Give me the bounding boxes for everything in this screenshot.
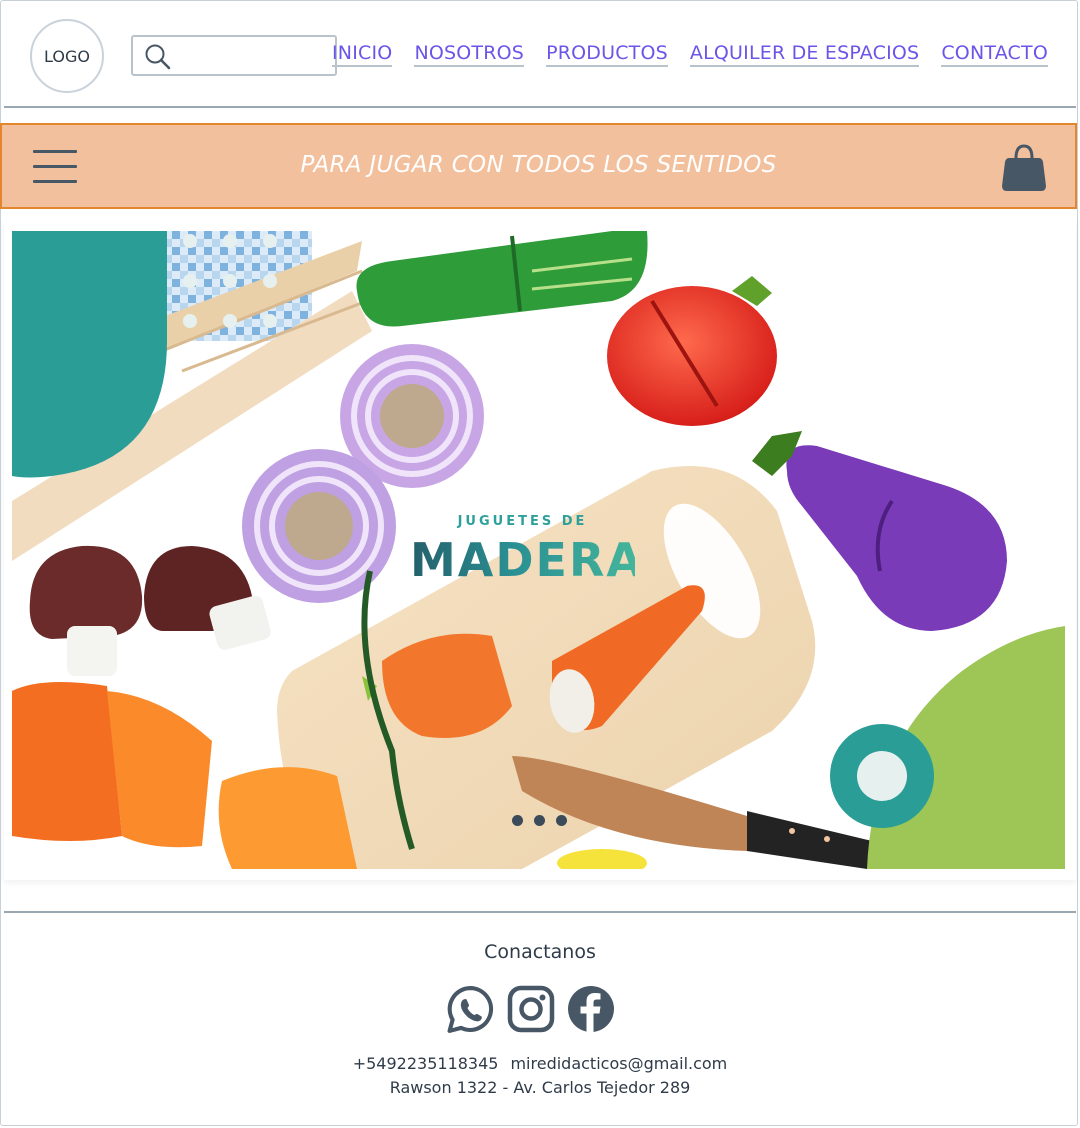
search-input[interactable] (177, 41, 331, 70)
shopping-bag-icon[interactable] (1000, 142, 1048, 192)
main-nav: INICIO NOSOTROS PRODUCTOS ALQUILER DE ES… (332, 42, 1048, 67)
promo-slogan: PARA JUGAR CON TODOS LOS SENTIDOS (300, 152, 777, 178)
brand-subtitle: JUGUETES DE (457, 514, 588, 529)
facebook-icon[interactable] (567, 985, 615, 1033)
footer-divider (4, 911, 1076, 913)
nav-link-inicio[interactable]: INICIO (332, 42, 393, 67)
logo-text: LOGO (44, 46, 90, 66)
contact-phone[interactable]: +5492235118345 (353, 1054, 499, 1073)
social-links (446, 985, 618, 1035)
search-box[interactable] (131, 35, 337, 76)
instagram-icon[interactable] (507, 985, 555, 1033)
slider-dot[interactable] (556, 815, 567, 826)
search-icon (145, 44, 171, 70)
hero-brand: JUGUETES DE MADERA (410, 514, 645, 587)
logo[interactable]: LOGO (30, 19, 104, 93)
nav-link-alquiler-de-espacios[interactable]: ALQUILER DE ESPACIOS (689, 42, 920, 67)
site-header: LOGO INICIO NOSOTROS PRODUCTOS ALQUILER … (4, 0, 1076, 108)
slider-dot[interactable] (534, 815, 545, 826)
contact-title: Conactanos (484, 941, 596, 963)
slider-dots (512, 815, 567, 826)
slider-dot[interactable] (512, 815, 523, 826)
contact-details: +5492235118345 miredidacticos@gmail.com (0, 1054, 1080, 1073)
nav-link-productos[interactable]: PRODUCTOS (546, 42, 668, 67)
contact-address: Rawson 1322 - Av. Carlos Tejedor 289 (389, 1078, 691, 1097)
promo-bar: PARA JUGAR CON TODOS LOS SENTIDOS (0, 123, 1077, 209)
nav-link-nosotros[interactable]: NOSOTROS (414, 42, 525, 67)
hero-slider[interactable]: JUGUETES DE MADERA (12, 231, 1065, 869)
hero-section: JUGUETES DE MADERA (4, 220, 1076, 880)
contact-email[interactable]: miredidacticos@gmail.com (510, 1054, 727, 1073)
nav-link-contacto[interactable]: CONTACTO (941, 42, 1048, 67)
whatsapp-icon[interactable] (446, 985, 495, 1034)
brand-title: MADERA (410, 533, 645, 587)
